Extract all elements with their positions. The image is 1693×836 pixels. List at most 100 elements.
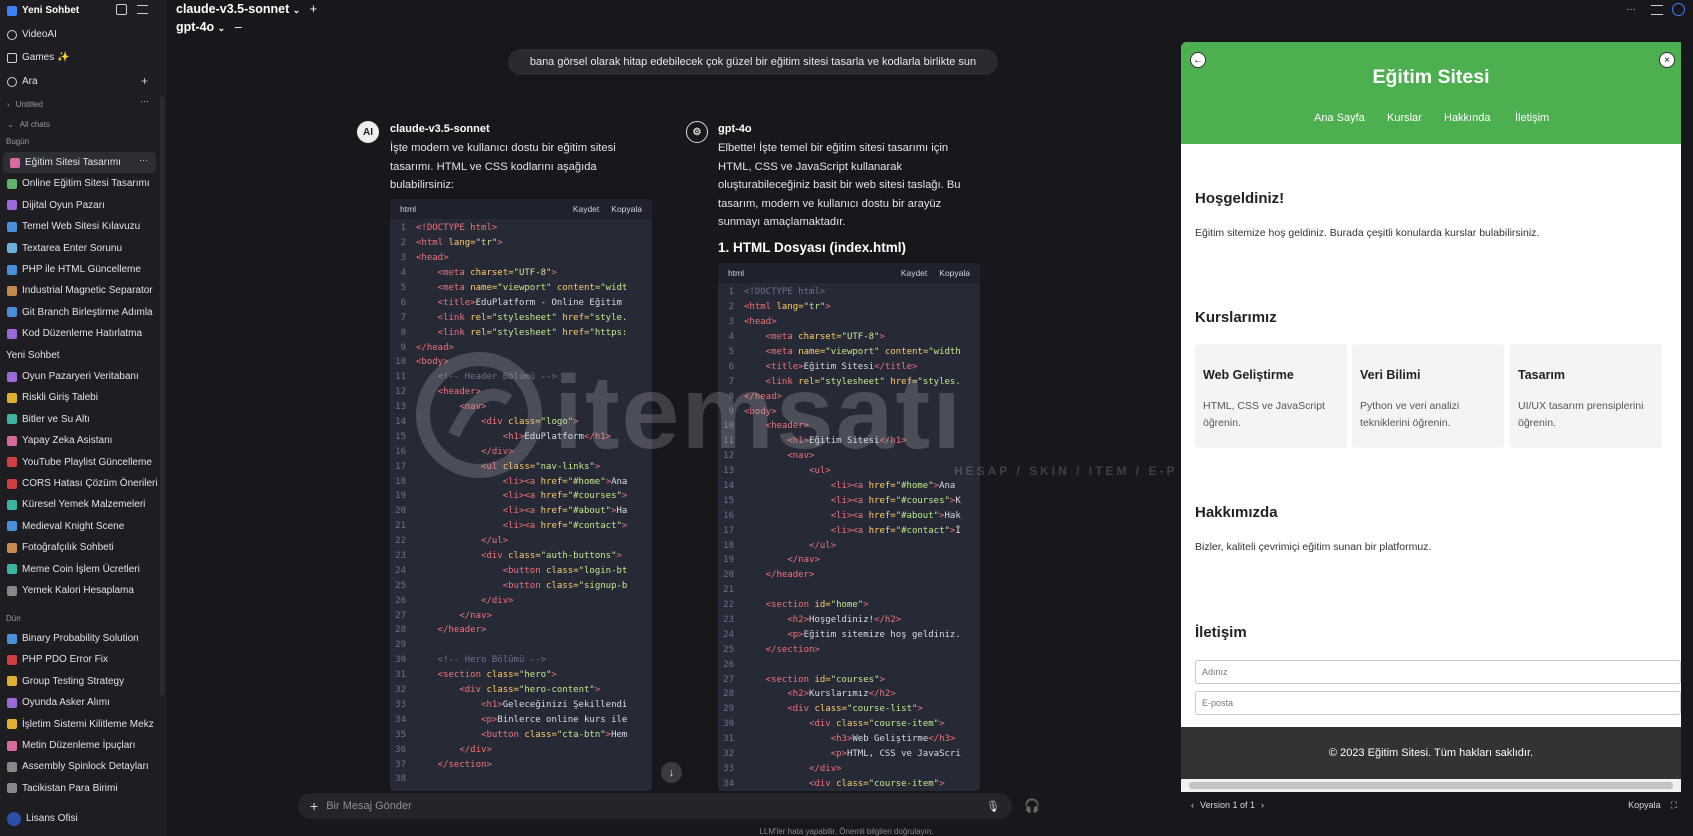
model-selector-1[interactable]: claude-v3.5-sonnet ⌄ + <box>176 2 317 16</box>
code-token: <section <box>744 674 815 685</box>
sidebar-chat-item[interactable]: Tacikistan Para Birimi <box>0 778 160 799</box>
sidebar-chat-item[interactable]: Riskli Giriş Talebi <box>0 387 160 408</box>
copy-preview-button[interactable]: Kopyala <box>1628 800 1661 810</box>
chevron-down-icon: ⌄ <box>292 5 301 15</box>
footer-text: © 2023 Eğitim Sitesi. Tüm hakları saklıd… <box>1328 747 1534 759</box>
sidebar-chat-item[interactable]: PHP ile HTML Güncelleme <box>0 259 160 280</box>
sidebar-chat-item[interactable]: Textarea Enter Sorunu <box>0 238 160 259</box>
more-icon[interactable]: ··· <box>140 96 149 106</box>
add-attachment-icon[interactable]: + <box>310 798 318 814</box>
model-selector-2[interactable]: gpt-4o ⌄ – <box>176 20 242 34</box>
sidebar-chat-item[interactable]: Kod Düzenleme Hatırlatma <box>0 323 160 344</box>
sidebar-chat-item[interactable]: Fotoğrafçılık Sohbeti <box>0 537 160 558</box>
add-model-icon[interactable]: + <box>310 2 317 16</box>
sidebar-chat-item[interactable]: Bitler ve Su Altı <box>0 409 160 430</box>
user-profile[interactable]: Lisans Ofisi <box>0 808 160 829</box>
chat-emoji-icon <box>7 243 17 254</box>
sidebar-chat-item[interactable]: PHP PDO Error Fix <box>0 649 160 670</box>
edit-icon[interactable] <box>1672 3 1685 16</box>
sidebar-chat-item[interactable]: Git Branch Birleştirme Adımla <box>0 302 160 323</box>
sidebar-chat-item[interactable]: Meme Coin İşlem Ücretleri <box>0 559 160 580</box>
code-token: <link <box>416 327 471 338</box>
copy-code-button[interactable]: Kopyala <box>939 268 970 278</box>
save-code-button[interactable]: Kaydet <box>901 268 927 278</box>
compose-icon[interactable] <box>116 4 127 15</box>
settings-sliders-icon[interactable] <box>1651 5 1663 15</box>
gpt-code-block: html Kaydet Kopyala 1 <!DOCTYPE html> 2 <ht… <box>718 263 980 791</box>
sidebar-item-videoai[interactable]: VideoAI <box>0 24 160 45</box>
sidebar-item-games[interactable]: Games ✨ <box>0 47 160 68</box>
line-number: 3 <box>728 317 734 328</box>
sidebar-chat-item[interactable]: Dijital Oyun Pazarı <box>0 195 160 216</box>
sidebar-chat-item[interactable]: Online Eğitim Sitesi Tasarımı <box>0 173 160 194</box>
sidebar-chat-item[interactable]: Yemek Kalori Hesaplama <box>0 580 160 601</box>
code-token: <nav> <box>416 402 487 413</box>
code-token: "#about" <box>567 506 612 517</box>
sidebar-chat-item[interactable]: Eğitim Sitesi Tasarımı <box>3 152 156 173</box>
code-token: > <box>497 238 503 249</box>
preview-nav-home[interactable]: Ana Sayfa <box>1314 112 1365 124</box>
line-number: 35 <box>395 729 406 740</box>
sidebar-chat-item[interactable]: Industrial Magnetic Separator <box>0 280 160 301</box>
new-chat-button[interactable]: Yeni Sohbet <box>0 0 160 21</box>
preview-nav-about[interactable]: Hakkında <box>1444 112 1490 124</box>
preview-nav-contact[interactable]: İletişim <box>1515 112 1549 124</box>
code-token: </h1> <box>879 436 907 447</box>
sidebar-chat-item[interactable]: Metin Düzenleme İpuçları <box>0 735 160 756</box>
sidebar-chat-item[interactable]: Temel Web Sitesi Kılavuzu <box>0 216 160 237</box>
sidebar-chat-item[interactable]: YouTube Playlist Güncelleme <box>0 452 160 473</box>
sidebar-chat-item[interactable]: Medieval Knight Scene <box>0 516 160 537</box>
menu-icon[interactable] <box>137 5 148 14</box>
message-input[interactable]: + Bir Mesaj Gönder 🎙 <box>298 793 1012 819</box>
chevron-right-icon[interactable]: › <box>1261 800 1264 810</box>
sidebar-chat-item[interactable]: Assembly Spinlock Detayları <box>0 756 160 777</box>
chat-title: Riskli Giriş Talebi <box>22 392 98 404</box>
preview-nav-courses[interactable]: Kurslar <box>1387 112 1422 124</box>
sidebar-chat-item[interactable]: Binary Probability Solution <box>0 628 160 649</box>
code-token: "UTF-8" <box>513 268 552 279</box>
code-token: <div <box>416 685 487 696</box>
code-line: 29 <box>390 638 652 653</box>
more-options-icon[interactable]: ··· <box>1626 4 1636 15</box>
name-field[interactable]: Adınız <box>1195 660 1681 684</box>
new-chat-label: Yeni Sohbet <box>22 5 80 16</box>
line-number: 19 <box>723 555 734 566</box>
sidebar-chat-item[interactable]: İşletim Sistemi Kilitleme Mekz <box>0 714 160 735</box>
folder-untitled[interactable]: › Untitled <box>0 94 160 115</box>
code-token: <div <box>744 719 837 730</box>
code-token: class= <box>502 461 536 472</box>
close-preview-button[interactable]: × <box>1659 52 1675 68</box>
chevron-left-icon[interactable]: ‹ <box>1191 800 1194 810</box>
code-line: 1 <!DOCTYPE html> <box>718 285 980 300</box>
save-code-button[interactable]: Kaydet <box>573 204 599 214</box>
code-line: 1 <!DOCTYPE html> <box>390 221 652 236</box>
sidebar-search[interactable]: Ara <box>0 71 160 92</box>
code-token: href= <box>540 491 568 502</box>
add-icon[interactable]: + <box>141 74 148 88</box>
sidebar-chat-item[interactable]: Küresel Yemek Malzemeleri <box>0 494 160 515</box>
code-token: <h1> <box>416 431 525 442</box>
headphones-icon[interactable]: 🎧 <box>1024 798 1040 814</box>
back-button[interactable]: ← <box>1190 52 1206 68</box>
sidebar-chat-item[interactable]: CORS Hatası Çözüm Önerileri <box>0 473 160 494</box>
code-token: <nav> <box>744 451 815 462</box>
preview-horizontal-scrollbar[interactable] <box>1181 779 1681 792</box>
sidebar-chat-item[interactable]: Group Testing Strategy <box>0 671 160 692</box>
sidebar-chat-item[interactable]: Oyunda Asker Alımı <box>0 692 160 713</box>
copy-code-button[interactable]: Kopyala <box>611 204 642 214</box>
code-line: 5 <meta name= "viewport" content= "width <box>718 345 980 360</box>
sidebar-chat-item[interactable]: Yeni Sohbet <box>0 345 160 366</box>
scroll-down-button[interactable]: ↓ <box>661 762 682 783</box>
chat-more-icon[interactable]: ··· <box>139 155 148 165</box>
sidebar-chat-item[interactable]: Yapay Zeka Asistanı <box>0 430 160 451</box>
microphone-icon[interactable]: 🎙 <box>986 800 1000 813</box>
sidebar-scrollbar[interactable] <box>160 96 164 696</box>
code-line: 16 </div> <box>390 444 652 459</box>
code-token: Ha <box>616 506 628 517</box>
expand-icon[interactable]: ⛶ <box>1671 800 1677 811</box>
email-field[interactable]: E-posta <box>1195 691 1681 715</box>
code-line: 6 <title> Eğitim Sitesi </title> <box>718 359 980 374</box>
remove-model-icon[interactable]: – <box>235 20 242 34</box>
chat-title: Online Eğitim Sitesi Tasarımı <box>22 178 150 190</box>
sidebar-chat-item[interactable]: Oyun Pazaryeri Veritabanı <box>0 366 160 387</box>
